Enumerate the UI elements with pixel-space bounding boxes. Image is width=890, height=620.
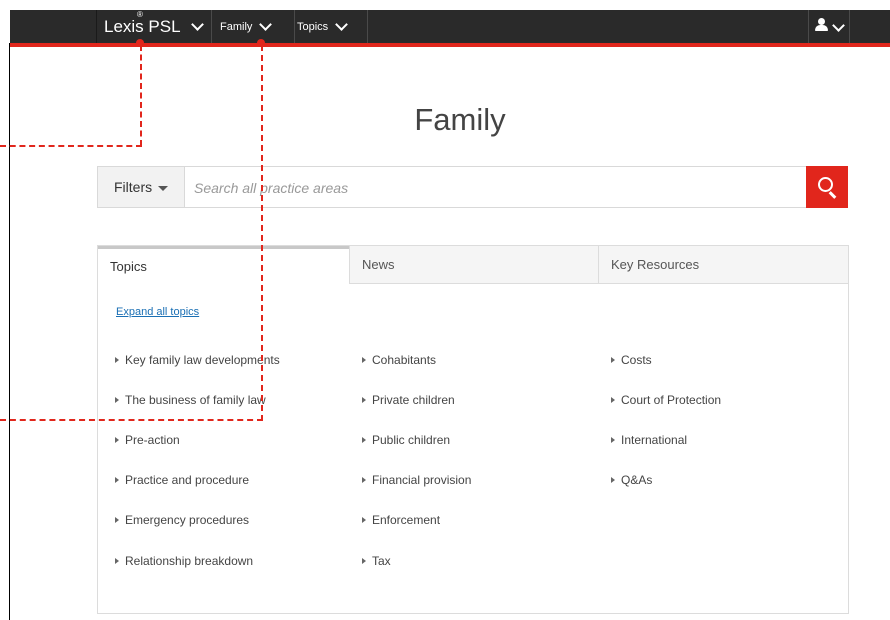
- triangle-right-icon: [362, 397, 366, 403]
- search-bar: Filters: [97, 166, 848, 208]
- tab-label: Topics: [110, 259, 147, 274]
- triangle-right-icon: [115, 397, 119, 403]
- triangle-right-icon: [611, 437, 615, 443]
- topic-label: Emergency procedures: [125, 513, 250, 527]
- page-title: Family: [414, 102, 506, 137]
- brand-name: Lexis: [104, 16, 144, 36]
- user-menu-button[interactable]: [808, 10, 850, 43]
- brand-psl: PSL: [148, 16, 181, 36]
- annotation-line: [261, 45, 263, 421]
- annotation-dot: [257, 39, 265, 47]
- topic-link[interactable]: Costs: [611, 353, 652, 367]
- triangle-right-icon: [115, 558, 119, 564]
- triangle-right-icon: [611, 477, 615, 483]
- topic-link[interactable]: Pre-action: [115, 433, 180, 447]
- filters-label: Filters: [114, 179, 153, 195]
- topic-label: Court of Protection: [621, 393, 722, 407]
- triangle-right-icon: [115, 517, 119, 523]
- annotation-dot: [136, 39, 144, 47]
- chevron-down-icon: [832, 19, 845, 32]
- annotation-line: [0, 419, 263, 421]
- topic-link[interactable]: Cohabitants: [362, 353, 436, 367]
- nav-family-label: Family: [220, 20, 253, 33]
- tab-news[interactable]: News: [349, 246, 598, 284]
- topic-link[interactable]: International: [611, 433, 687, 447]
- topic-link[interactable]: The business of family law: [115, 393, 266, 407]
- topic-label: Costs: [621, 353, 652, 367]
- user-icon-body: [815, 25, 828, 31]
- triangle-right-icon: [115, 477, 119, 483]
- nav-topics-label: Topics: [297, 20, 329, 33]
- lexis-psl-logo: Lexis ® PSL: [104, 10, 181, 37]
- nav-topics-dropdown[interactable]: Topics: [284, 10, 368, 43]
- topic-link[interactable]: Practice and procedure: [115, 473, 249, 487]
- topic-label: Key family law developments: [125, 353, 280, 367]
- triangle-right-icon: [362, 517, 366, 523]
- topic-label: Tax: [372, 554, 391, 568]
- chevron-down-icon: [259, 18, 273, 31]
- triangle-right-icon: [362, 477, 366, 483]
- topic-label: Enforcement: [372, 513, 441, 527]
- tab-label: Key Resources: [611, 257, 700, 272]
- topic-link[interactable]: Q&As: [611, 473, 652, 487]
- topic-label: International: [621, 433, 688, 447]
- topic-label: Relationship breakdown: [125, 554, 254, 568]
- user-icon: [818, 18, 825, 25]
- topic-link[interactable]: Private children: [362, 393, 455, 407]
- registered-mark: ®: [137, 9, 143, 19]
- search-icon: [818, 177, 833, 192]
- topic-link[interactable]: Tax: [362, 554, 391, 568]
- brand-menu[interactable]: Lexis ® PSL: [96, 10, 212, 43]
- filters-dropdown[interactable]: Filters: [98, 167, 185, 207]
- topic-link[interactable]: Financial provision: [362, 473, 471, 487]
- tab-key-resources[interactable]: Key Resources: [598, 246, 848, 284]
- triangle-right-icon: [362, 437, 366, 443]
- topic-link[interactable]: Relationship breakdown: [115, 554, 253, 568]
- topic-link[interactable]: Public children: [362, 433, 450, 447]
- topic-label: Financial provision: [372, 473, 472, 487]
- chevron-down-icon: [335, 18, 349, 31]
- tab-label: News: [362, 257, 395, 272]
- topic-label: Private children: [372, 393, 455, 407]
- search-button[interactable]: [806, 166, 848, 208]
- topic-link[interactable]: Court of Protection: [611, 393, 721, 407]
- practice-area-panel: Topics News Key Resources Expand all top…: [97, 245, 849, 614]
- expand-all-topics-link[interactable]: Expand all topics: [116, 306, 199, 318]
- triangle-right-icon: [115, 437, 119, 443]
- triangle-right-icon: [362, 357, 366, 363]
- triangle-right-icon: [362, 558, 366, 564]
- nav-family-dropdown[interactable]: Family: [210, 10, 295, 43]
- search-input[interactable]: [192, 176, 796, 200]
- annotation-line: [0, 145, 142, 147]
- topic-label: Public children: [372, 433, 451, 447]
- topic-label: Q&As: [621, 473, 653, 487]
- topic-link[interactable]: Enforcement: [362, 513, 440, 527]
- triangle-right-icon: [115, 357, 119, 363]
- topic-link[interactable]: Key family law developments: [115, 353, 280, 367]
- caret-down-icon: [158, 185, 169, 191]
- annotation-line: [140, 45, 142, 146]
- topic-label: Practice and procedure: [125, 473, 250, 487]
- topic-label: Cohabitants: [372, 353, 437, 367]
- chevron-down-icon: [191, 18, 204, 31]
- topic-link[interactable]: Emergency procedures: [115, 513, 249, 527]
- topic-label: Pre-action: [125, 433, 180, 447]
- tab-topics[interactable]: Topics: [98, 246, 349, 284]
- triangle-right-icon: [611, 357, 615, 363]
- topic-label: The business of family law: [125, 393, 266, 407]
- triangle-right-icon: [611, 397, 615, 403]
